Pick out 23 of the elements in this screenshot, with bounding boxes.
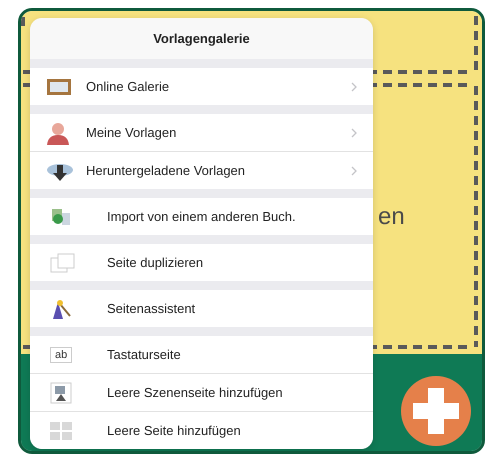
menu-item[interactable]: Import von einem anderen Buch. xyxy=(30,198,373,235)
menu-item[interactable]: Online Galerie xyxy=(30,68,373,105)
add-button[interactable] xyxy=(401,376,471,446)
menu-item[interactable]: Heruntergeladene Vorlagen xyxy=(30,151,373,189)
menu-item[interactable]: Seite duplizieren xyxy=(30,244,373,281)
text-key-icon: ab xyxy=(50,346,72,362)
popover-title: Vorlagengalerie xyxy=(153,31,250,46)
menu-item[interactable]: Leere Szenenseite hinzufügen xyxy=(30,373,373,411)
menu-item[interactable]: Seitenassistent xyxy=(30,290,373,327)
duplicate-icon xyxy=(50,252,76,272)
import-icon xyxy=(50,206,72,226)
chevron-icon xyxy=(351,166,357,176)
picture-frame-icon xyxy=(46,78,72,96)
heading-text: en xyxy=(378,203,405,231)
chevron-icon xyxy=(351,82,357,92)
menu-item[interactable]: Meine Vorlagen xyxy=(30,114,373,151)
chevron-icon xyxy=(351,128,357,138)
scene-icon xyxy=(50,382,72,404)
menu-item[interactable]: Leere Seite hinzufügen xyxy=(30,411,373,449)
blank-page-icon xyxy=(50,422,72,440)
person-icon xyxy=(46,120,70,144)
wizard-icon xyxy=(50,298,72,320)
menu-item[interactable]: ab Tastaturseite xyxy=(30,336,373,373)
